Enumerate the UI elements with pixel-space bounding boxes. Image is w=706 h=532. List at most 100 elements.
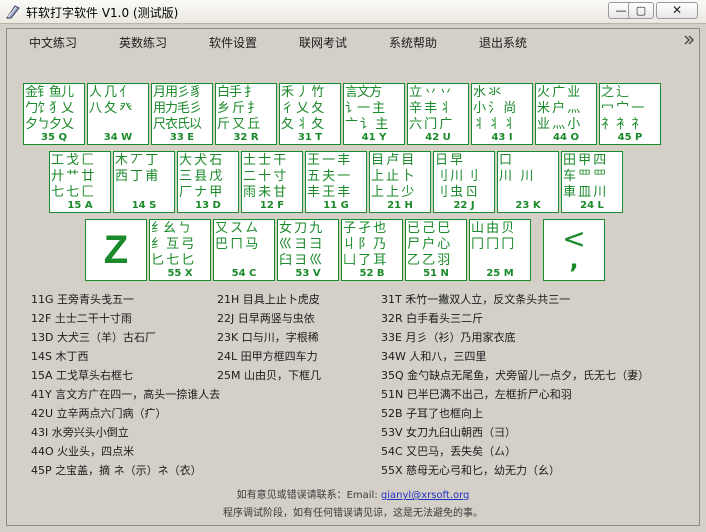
key-code: 14 S (131, 200, 157, 211)
key-glyphs: 土 士 干 二 十 寸 雨 未 甘 (243, 153, 286, 200)
mnemonic-line: 52B 子耳了也框向上 (381, 407, 484, 420)
key-b[interactable]: 子 孑 也 丩 阝 乃 凵 了 耳 52 B (341, 219, 403, 281)
mnemonic-line: 13D 大犬三（羊）古石厂 (31, 331, 156, 344)
key-code: 55 X (167, 268, 193, 279)
key-code: 35 Q (41, 132, 67, 143)
key-w[interactable]: 人 几 亻 八 夂 癶 34 W (87, 83, 149, 145)
key-code: 54 C (231, 268, 257, 279)
key-v[interactable]: 女 刀 九 巛 ヨ 彐 臼 ヨ 巛 53 V (277, 219, 339, 281)
key-code: 25 M (486, 268, 514, 279)
footer-contact: 如有意见或错误请联系：Email: gianyl@xrsoft.org (0, 486, 706, 501)
key-glyphs: 禾 丿 竹 彳 乂 夂 夂 丬 夂 (281, 85, 324, 132)
menu-chinese-practice[interactable]: 中文练习 (29, 34, 77, 51)
key-glyphs: 月用彡豸 用力毛彡 尺衣氏以 (153, 85, 202, 132)
mnemonic-line: 42U 立辛两点六门病（疒） (31, 407, 167, 420)
mnemonic-line: 34W 人和八，三四里 (381, 350, 487, 363)
key-code: 32 R (233, 132, 259, 143)
key-u[interactable]: 立 丷 丷 辛 丰 丬 六 门 广 42 U (407, 83, 469, 145)
menu-system-help[interactable]: 系统帮助 (389, 34, 437, 51)
key-o[interactable]: 火 广 业 米 户 灬 业 灬 小 44 O (535, 83, 597, 145)
menu-bar: 中文练习 英数练习 软件设置 联网考试 系统帮助 退出系统 (7, 29, 699, 53)
key-p[interactable]: 之 辶 冖 宀 一 礻 衤 礻 45 P (599, 83, 661, 145)
mnemonic-line: 21H 目具上止卜虎皮 (217, 293, 320, 306)
main-panel: 中文练习 英数练习 软件设置 联网考试 系统帮助 退出系统 金钅鱼儿 勹饣犭乂 … (6, 28, 700, 526)
mnemonic-line: 45P 之宝盖，摘 ネ（示）ネ（衣） (31, 464, 202, 477)
mnemonic-line: 23K 口与川，字根稀 (217, 331, 319, 344)
mnemonic-line: 14S 木丁西 (31, 350, 89, 363)
key-code: 45 P (617, 132, 643, 143)
key-glyphs: 大 犬 石 三 县 戊 厂 ナ 甲 (179, 153, 222, 200)
key-code: 52 B (359, 268, 385, 279)
key-glyphs: 田 甲 四 车 罒 罒 車 皿 川 (563, 153, 606, 200)
title-bar: 轩软打字软件 V1.0 (测试版) — ▢ ✕ (0, 0, 706, 24)
key-glyphs: 之 辶 冖 宀 一 礻 衤 礻 (601, 85, 644, 132)
key-code: 15 A (67, 200, 93, 211)
app-icon (6, 5, 20, 19)
key-code: 43 I (491, 132, 513, 143)
menu-software-settings[interactable]: 软件设置 (209, 34, 257, 51)
footer-notice: 程序调试阶段，如有任何错误请见谅，这是无法避免的事。 (223, 508, 483, 519)
window-title: 轩软打字软件 V1.0 (测试版) (26, 6, 179, 20)
key-glyphs: 水 氺 小 氵 尚 丬 丬 丬 (473, 85, 516, 132)
menu-exit-system[interactable]: 退出系统 (479, 34, 527, 51)
key-k[interactable]: 口 川 川 23 K (497, 151, 559, 213)
mnemonic-line: 24L 田甲方框四车力 (217, 350, 318, 363)
key-code: 11 G (323, 200, 349, 211)
key-glyphs: 金钅鱼儿 勹饣犭乂 夕ㄅ夕乂 (25, 85, 74, 132)
key-y[interactable]: 言文方 讠一 主 亠 讠 主 41 Y (343, 83, 405, 145)
chevron-right-icon[interactable] (682, 33, 696, 47)
key-d[interactable]: 大 犬 石 三 县 戊 厂 ナ 甲 13 D (177, 151, 239, 213)
key-glyphs: 言文方 讠一 主 亠 讠 主 (345, 85, 388, 132)
key-code: 41 Y (361, 132, 387, 143)
mnemonic-line: 15A 工戈草头右框七 (31, 369, 134, 382)
key-q[interactable]: 金钅鱼儿 勹饣犭乂 夕ㄅ夕乂 35 Q (23, 83, 85, 145)
key-a[interactable]: 工 戈 匚 廾 艹 廿 七 七 匚 15 A (49, 151, 111, 213)
key-l[interactable]: 田 甲 四 车 罒 罒 車 皿 川 24 L (561, 151, 623, 213)
key-code: 51 N (423, 268, 449, 279)
key-c[interactable]: 又 ス ㄙ 巴 ㄇ 马 54 C (213, 219, 275, 281)
key-s[interactable]: 木 丆 丁 西 丁 甫 14 S (113, 151, 175, 213)
key-glyphs: 已 己 巳 尸 户 心 乙 乙 羽 (407, 221, 450, 268)
key-glyphs: 纟幺 ㄅ 纟 互 弓 匕 七 匕 (151, 221, 194, 268)
key-code: 42 U (425, 132, 451, 143)
mnemonic-line: 43I 水旁兴头小倒立 (31, 426, 129, 439)
key-z-letter: Z (103, 227, 129, 272)
key-g[interactable]: 王 一 丰 五 夫 一 丰 王 丰 11 G (305, 151, 367, 213)
mnemonic-line: 11G 王旁青头戋五一 (31, 293, 135, 306)
key-glyphs: 女 刀 九 巛 ヨ 彐 臼 ヨ 巛 (279, 221, 322, 268)
key-x[interactable]: 纟幺 ㄅ 纟 互 弓 匕 七 匕 55 X (149, 219, 211, 281)
key-e[interactable]: 月用彡豸 用力毛彡 尺衣氏以 33 E (151, 83, 213, 145)
key-n[interactable]: 已 己 巳 尸 户 心 乙 乙 羽 51 N (405, 219, 467, 281)
key-glyphs: 木 丆 丁 西 丁 甫 (115, 153, 158, 184)
mnemonic-line: 25M 山由贝，下框几 (217, 369, 321, 382)
mnemonic-line: 32R 白手看头三二斤 (381, 312, 484, 325)
key-code: 44 O (553, 132, 579, 143)
key-glyphs: 山 由 贝 冂 冂 冂 (471, 221, 514, 252)
key-j[interactable]: 日 早 刂 川 刂 刂 虫 ㄖ 22 J (433, 151, 495, 213)
key-h[interactable]: 目 卢 目 上 止 卜 上 上 少 21 H (369, 151, 431, 213)
key-code: 21 H (387, 200, 413, 211)
key-glyphs: 目 卢 目 上 止 卜 上 上 少 (371, 153, 414, 200)
key-m[interactable]: 山 由 贝 冂 冂 冂 25 M (469, 219, 531, 281)
key-glyphs: 又 ス ㄙ 巴 ㄇ 马 (215, 221, 258, 252)
key-r[interactable]: 白手 扌 乡 斤 扌 斤 又 丘 32 R (215, 83, 277, 145)
key-t[interactable]: 禾 丿 竹 彳 乂 夂 夂 丬 夂 31 T (279, 83, 341, 145)
key-z[interactable]: Z (85, 219, 147, 281)
key-code: 22 J (453, 200, 475, 211)
menu-english-number-practice[interactable]: 英数练习 (119, 34, 167, 51)
key-glyphs: 白手 扌 乡 斤 扌 斤 又 丘 (217, 85, 260, 132)
key-glyphs: 工 戈 匚 廾 艹 廿 七 七 匚 (51, 153, 94, 200)
key-comma[interactable]: < , (543, 219, 605, 281)
key-f[interactable]: 土 士 干 二 十 寸 雨 未 甘 12 F (241, 151, 303, 213)
key-glyphs: 火 广 业 米 户 灬 业 灬 小 (537, 85, 580, 132)
footer-email-link[interactable]: gianyl@xrsoft.org (381, 490, 470, 501)
key-code: 33 E (169, 132, 195, 143)
close-button[interactable]: ✕ (656, 2, 698, 19)
menu-online-exam[interactable]: 联网考试 (299, 34, 347, 51)
mnemonic-line: 53V 女刀九臼山朝西（彐） (381, 426, 517, 439)
key-i[interactable]: 水 氺 小 氵 尚 丬 丬 丬 43 I (471, 83, 533, 145)
maximize-button[interactable]: ▢ (628, 2, 654, 19)
key-glyphs: 日 早 刂 川 刂 刂 虫 ㄖ (435, 153, 478, 200)
key-code: 23 K (515, 200, 541, 211)
mnemonic-line: 51N 已半巳满不出己，左框折尸心和羽 (381, 388, 572, 401)
